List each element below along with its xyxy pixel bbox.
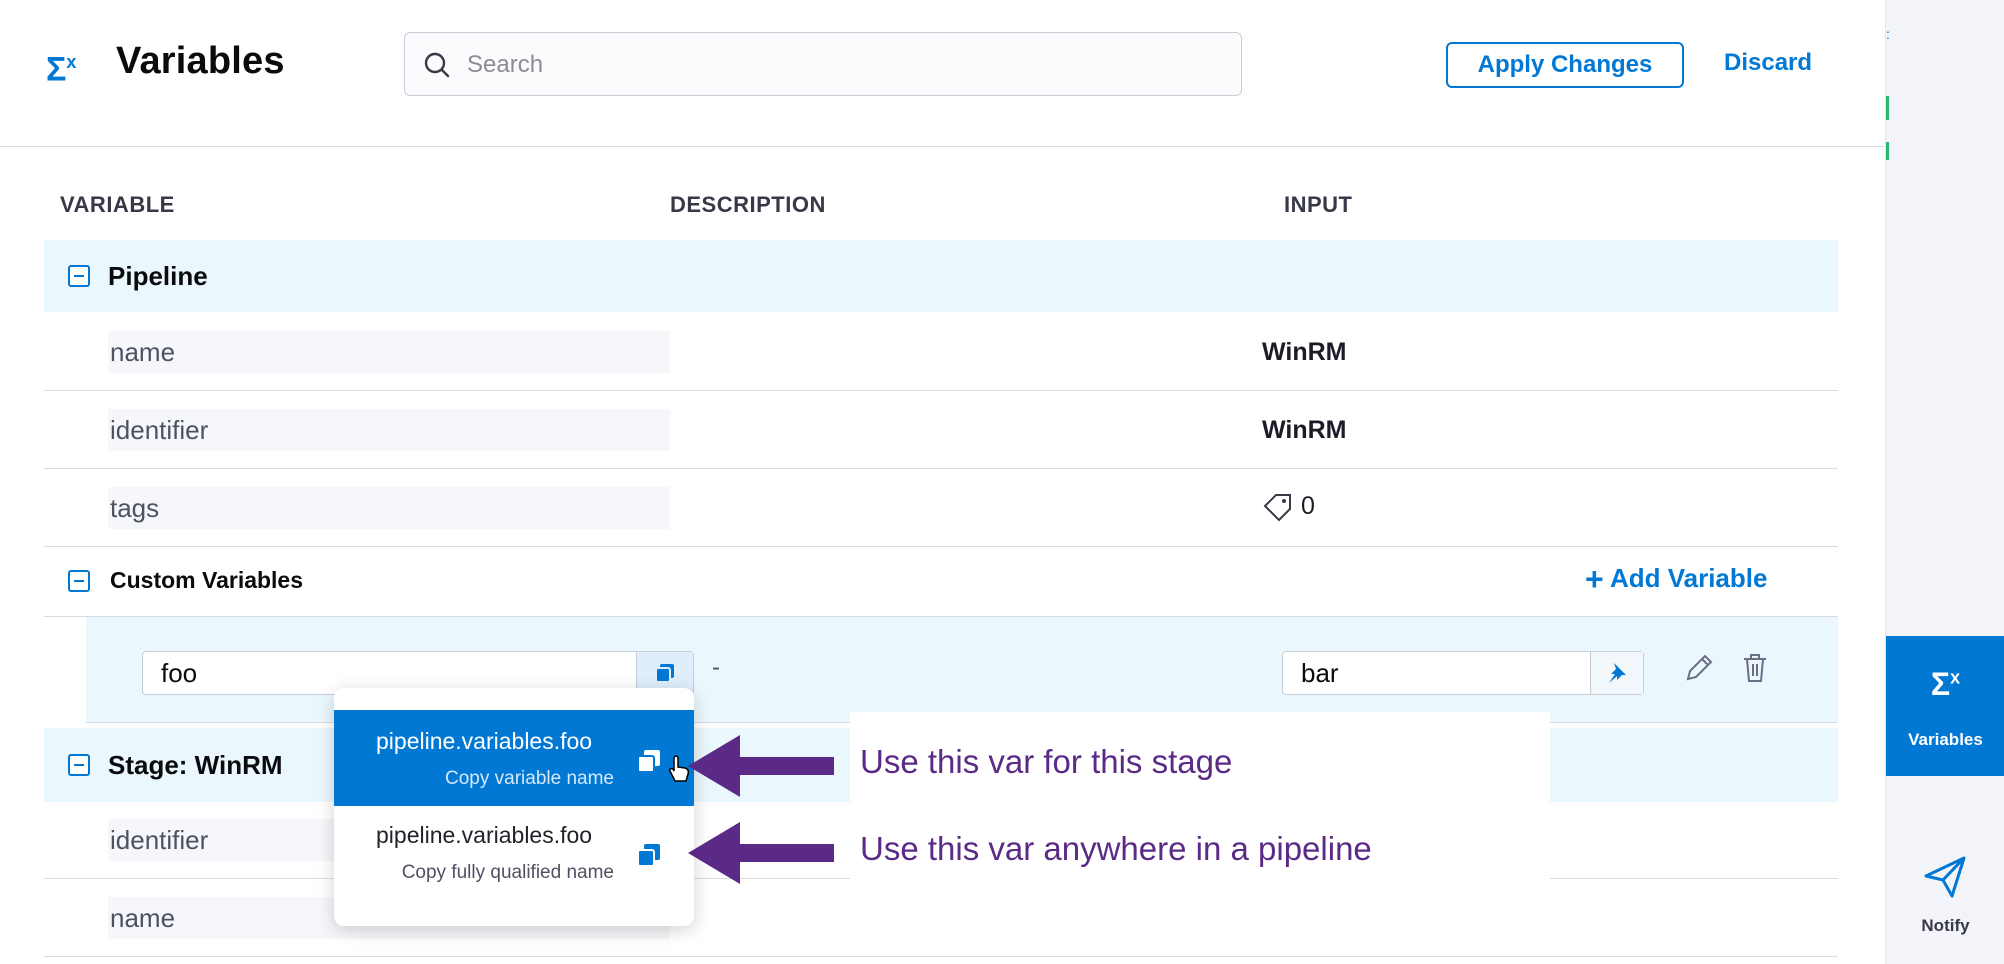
- search-icon: [424, 52, 450, 78]
- copy-icon: [637, 844, 660, 867]
- column-header-input: INPUT: [1284, 192, 1353, 217]
- variables-header: Σx Variables Apply Changes Discard: [0, 0, 1885, 147]
- search-box[interactable]: [404, 32, 1242, 96]
- collapse-stage-icon[interactable]: [68, 754, 90, 776]
- annotation-arrow-1: [688, 735, 834, 797]
- rail-notify-tab[interactable]: Notify: [1886, 848, 2004, 964]
- annotation-arrow-2: [688, 822, 834, 884]
- column-header-description: DESCRIPTION: [670, 192, 826, 217]
- discard-button[interactable]: Discard: [1724, 49, 1812, 77]
- column-header-variable: VARIABLE: [60, 192, 175, 217]
- pin-button[interactable]: [1590, 652, 1643, 694]
- copy-variable-name-option[interactable]: pipeline.variables.foo Copy variable nam…: [334, 710, 694, 806]
- table-row: tags 0: [44, 470, 1838, 547]
- variables-sigma-icon: Σx: [46, 50, 77, 89]
- collapse-pipeline-icon[interactable]: [68, 265, 90, 287]
- rail-variables-tab[interactable]: Σx Variables: [1886, 636, 2004, 776]
- variable-input-value: WinRM: [1262, 338, 1347, 366]
- rail-marker: :: [1886, 26, 1890, 42]
- rail-status-bar: [1886, 142, 1889, 160]
- copy-variable-popover: pipeline.variables.foo Copy variable nam…: [334, 688, 694, 926]
- variables-sigma-icon: Σx: [1930, 666, 1961, 702]
- variable-name: name: [108, 331, 670, 373]
- variable-name: identifier: [108, 409, 670, 451]
- tag-icon: [1263, 494, 1291, 522]
- table-row: name: [44, 880, 1838, 957]
- custom-variables-label: Custom Variables: [110, 567, 304, 593]
- table-row: identifier WinRM: [44, 392, 1838, 469]
- copy-icon: [655, 664, 674, 683]
- collapse-custom-variables-icon[interactable]: [68, 570, 90, 592]
- annotation-note-1: Use this var for this stage: [860, 743, 1233, 780]
- variable-input-value: WinRM: [1262, 416, 1347, 444]
- pipeline-section-label: Pipeline: [108, 261, 208, 291]
- add-variable-button[interactable]: + Add Variable: [1585, 561, 1767, 598]
- delete-icon[interactable]: [1740, 651, 1770, 685]
- send-icon: [1924, 856, 1966, 898]
- edit-icon[interactable]: [1682, 651, 1714, 685]
- right-rail: : Σx Variables Notify: [1885, 0, 2004, 964]
- variable-value-field[interactable]: bar: [1282, 651, 1644, 695]
- pipeline-section-header[interactable]: Pipeline: [44, 240, 1838, 312]
- copy-fully-qualified-name-option[interactable]: pipeline.variables.foo Copy fully qualif…: [334, 804, 694, 900]
- variable-name: tags: [108, 487, 670, 529]
- rail-status-bar: [1886, 96, 1889, 120]
- table-row: name WinRM: [44, 314, 1838, 391]
- plus-icon: +: [1585, 561, 1604, 597]
- copy-icon: [637, 750, 660, 773]
- tags-value: 0: [1262, 492, 1315, 522]
- pin-icon: [1609, 663, 1626, 683]
- variable-description: -: [712, 654, 720, 681]
- stage-section-label: Stage: WinRM: [108, 750, 283, 780]
- annotation-note-2: Use this var anywhere in a pipeline: [860, 830, 1372, 867]
- page-title: Variables: [116, 40, 285, 82]
- apply-changes-button[interactable]: Apply Changes: [1446, 42, 1684, 88]
- search-input[interactable]: [465, 43, 1209, 87]
